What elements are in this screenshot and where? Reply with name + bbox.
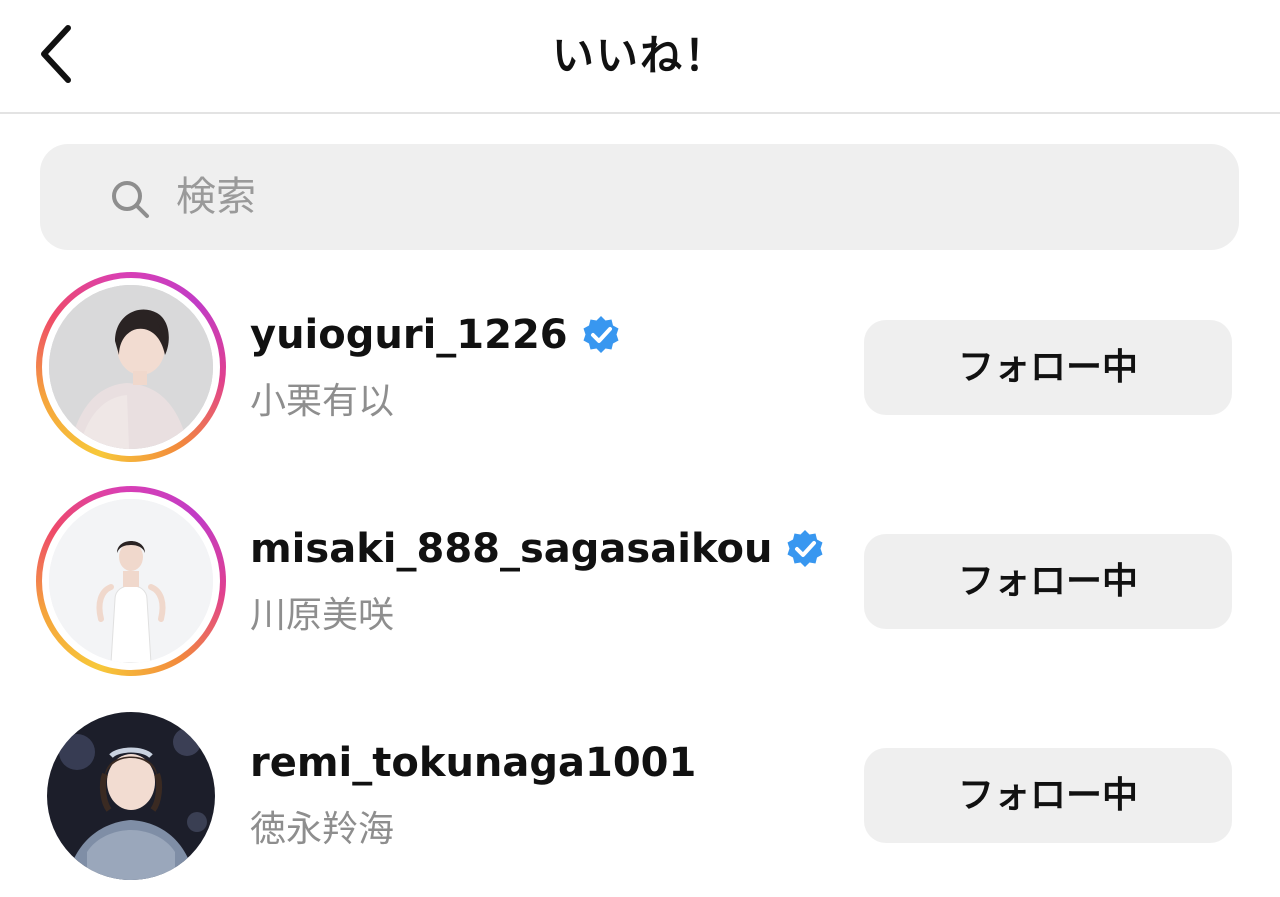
avatar[interactable] <box>49 499 213 663</box>
header-bar: いいね！ <box>0 0 1280 114</box>
username[interactable]: remi_tokunaga1001 <box>250 740 696 786</box>
username[interactable]: yuioguri_1226 <box>250 312 622 358</box>
verified-badge-icon <box>583 316 619 353</box>
username-text[interactable]: misaki_888_sagasaikou <box>250 526 772 572</box>
avatar-photo <box>49 499 213 663</box>
following-button[interactable]: フォロー中 <box>864 320 1232 415</box>
search-icon <box>112 181 149 218</box>
username[interactable]: misaki_888_sagasaikou <box>250 526 826 572</box>
avatar[interactable] <box>47 712 215 880</box>
likes-screen: いいね！ y <box>0 0 1280 897</box>
avatar[interactable] <box>49 285 213 449</box>
search-input[interactable] <box>176 166 1176 228</box>
avatar-frame <box>36 700 226 890</box>
story-ring[interactable] <box>36 272 226 462</box>
search-bar[interactable] <box>40 144 1239 250</box>
story-ring[interactable] <box>36 486 226 676</box>
avatar-photo <box>47 712 215 880</box>
following-button[interactable]: フォロー中 <box>864 534 1232 629</box>
following-button[interactable]: フォロー中 <box>864 748 1232 843</box>
username-text[interactable]: yuioguri_1226 <box>250 312 568 358</box>
user-row[interactable]: remi_tokunaga1001 徳永羚海 フォロー中 <box>0 700 1280 897</box>
page-title: いいね！ <box>551 31 728 80</box>
full-name: 川原美咲 <box>250 595 395 636</box>
user-row[interactable]: yuioguri_1226 小栗有以 フォロー中 <box>0 272 1280 482</box>
full-name: 徳永羚海 <box>250 809 395 850</box>
full-name: 小栗有以 <box>250 381 395 422</box>
username-text[interactable]: remi_tokunaga1001 <box>250 740 696 786</box>
verified-badge-icon <box>787 530 823 567</box>
user-row[interactable]: misaki_888_sagasaikou 川原美咲 フォロー中 <box>0 486 1280 696</box>
avatar-photo <box>49 285 213 449</box>
